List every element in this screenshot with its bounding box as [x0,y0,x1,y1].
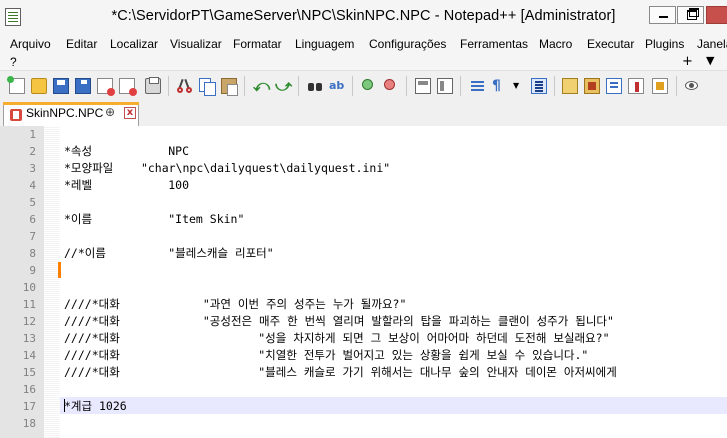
cut-icon[interactable] [177,78,193,94]
code-line: *모양파일 "char\npc\dailyquest\dailyquest.in… [64,161,391,175]
toolbar-separator [676,76,677,96]
line-number: 6 [29,213,36,226]
change-marker [58,262,61,278]
code-line: ////*대화 "치열한 전투가 벌어지고 있는 상황을 쉽게 보실 수 있습니… [64,348,589,362]
toolbar: ⤺ ⤻ ab ¶ ▼ [0,70,727,101]
line-number: 15 [22,366,36,379]
line-number: 17 [22,400,36,413]
save-icon[interactable] [53,78,69,94]
restore-button[interactable] [677,6,704,24]
line-number: 18 [22,417,36,430]
close-button[interactable] [706,6,727,24]
menu-arquivo[interactable]: Arquivo [10,37,51,51]
user-language-icon[interactable] [562,78,578,94]
toolbar-separator [352,76,353,96]
doc-map-icon[interactable] [584,78,600,94]
line-number: 5 [29,196,36,209]
toolbar-separator [244,76,245,96]
redo-icon[interactable]: ⤻ [275,78,292,94]
line-number: 10 [22,281,36,294]
line-number: 3 [29,162,36,175]
text-editor[interactable]: 1 2 3 4 5 6 7 8 9 10 11 12 13 14 15 16 1… [0,126,727,438]
pin-icon[interactable]: ⊕ [105,105,115,119]
word-wrap-icon[interactable] [470,78,486,94]
tab-close-icon[interactable]: x [124,107,136,119]
menu-linguagem[interactable]: Linguagem [295,37,354,51]
text-caret [64,399,65,412]
monitor-icon[interactable] [684,78,700,94]
dropdown-icon[interactable]: ▼ [513,78,523,94]
menu-visualizar[interactable]: Visualizar [170,37,222,51]
undo-icon[interactable]: ⤺ [253,78,270,94]
menu-plugins[interactable]: Plugins [645,37,684,51]
current-line-highlight [60,397,727,414]
line-number: 16 [22,383,36,396]
menu-localizar[interactable]: Localizar [110,37,158,51]
copy-icon[interactable] [199,78,216,96]
line-number: 4 [29,179,36,192]
line-number: 2 [29,145,36,158]
menu-janela[interactable]: Janela [697,37,727,51]
record-macro-icon[interactable] [652,78,668,94]
open-file-icon[interactable] [31,78,47,94]
menu-editar[interactable]: Editar [66,37,97,51]
new-file-icon[interactable] [7,76,25,94]
zoom-out-icon[interactable] [383,78,399,94]
new-tab-plus-button[interactable]: + [682,54,693,69]
menu-bar: Arquivo Editar Localizar Visualizar Form… [0,35,727,70]
tab-skinnpc[interactable]: SkinNPC.NPC ⊕ x [3,102,139,126]
print-icon[interactable] [145,77,161,94]
indent-guide-icon[interactable] [531,78,547,94]
menu-configuracoes[interactable]: Configurações [369,37,446,51]
sync-vertical-icon[interactable] [415,78,431,94]
fold-margin[interactable] [44,126,60,438]
toolbar-separator [460,76,461,96]
line-number: 11 [22,298,36,311]
toolbar-separator [406,76,407,96]
line-number: 1 [29,128,36,141]
line-number: 12 [22,315,36,328]
line-number: 9 [29,264,36,277]
code-line: *이름 "Item Skin" [64,212,245,226]
close-all-icon[interactable] [119,78,137,96]
tab-list-dropdown-button[interactable]: ▼ [706,54,714,67]
code-line: ////*대화 "블레스 캐슬로 가기 위해서는 대나무 숲의 안내자 데이몬 … [64,365,617,379]
unsaved-file-icon [10,109,22,121]
sync-horizontal-icon[interactable] [437,78,453,94]
menu-help[interactable]: ? [10,55,17,69]
code-line: //*이름 "블레스캐슬 리포터" [64,246,274,260]
code-line: *속성 NPC [64,144,190,158]
paste-icon[interactable] [221,78,238,96]
tab-label: SkinNPC.NPC [26,106,104,120]
line-number: 13 [22,332,36,345]
folder-workspace-icon[interactable] [628,78,644,94]
replace-icon[interactable]: ab [329,78,345,94]
menu-ferramentas[interactable]: Ferramentas [460,37,528,51]
code-line: *레벨 100 [64,178,190,192]
toolbar-separator [168,76,169,96]
code-line: ////*대화 "성을 차지하게 되면 그 보상이 어마어마 하던데 도전해 보… [64,331,610,345]
menu-executar[interactable]: Executar [587,37,634,51]
code-line: ////*대화 "공성전은 매주 한 번씩 열리며 발할라의 탑을 파괴하는 클… [64,314,614,328]
line-number: 7 [29,230,36,243]
code-line: ////*대화 "과연 이번 주의 성주는 누가 될까요?" [64,297,407,311]
zoom-in-icon[interactable] [361,78,377,94]
show-all-chars-icon[interactable]: ¶ [492,78,508,94]
tab-bar: SkinNPC.NPC ⊕ x [0,100,727,127]
line-number: 8 [29,247,36,260]
window-title: *C:\ServidorPT\GameServer\NPC\SkinNPC.NP… [111,8,616,24]
toolbar-separator [554,76,555,96]
close-file-icon[interactable] [97,78,115,96]
function-list-icon[interactable] [606,78,622,94]
find-icon[interactable] [307,78,323,94]
menu-formatar[interactable]: Formatar [233,37,282,51]
toolbar-separator [298,76,299,96]
menu-macro[interactable]: Macro [539,37,572,51]
save-all-icon[interactable] [75,78,91,94]
title-bar: *C:\ServidorPT\GameServer\NPC\SkinNPC.NP… [0,0,727,35]
minimize-button[interactable] [649,6,676,24]
line-number: 14 [22,349,36,362]
code-line: *계급 1026 [64,399,127,413]
